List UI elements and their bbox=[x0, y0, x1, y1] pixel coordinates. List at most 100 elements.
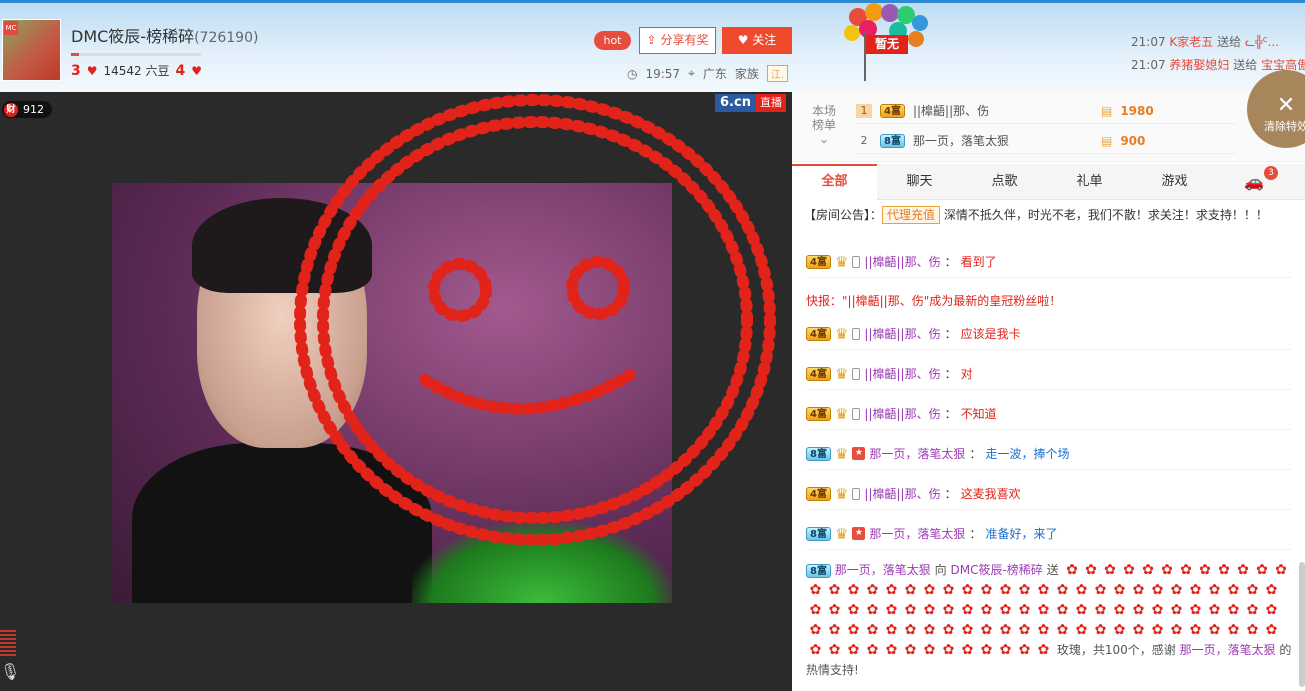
rose-icon: ✿ bbox=[1018, 642, 1031, 658]
rose-icon: ✿ bbox=[1208, 622, 1221, 638]
coin-icon: ▤ bbox=[1100, 103, 1113, 118]
rose-icon: ✿ bbox=[1170, 602, 1183, 618]
chat-text: 准备好，来了 bbox=[985, 527, 1058, 541]
rose-icon: ✿ bbox=[1094, 582, 1107, 598]
webcam-feed[interactable] bbox=[112, 183, 672, 603]
chat-text: 走一波，捧个场 bbox=[985, 447, 1070, 461]
rank-name: 那一页，落笔太狠 bbox=[912, 134, 1009, 148]
rose-icon: ✿ bbox=[866, 582, 879, 598]
rose-icon: ✿ bbox=[961, 642, 974, 658]
rank-row[interactable]: 2 8富 那一页，落笔太狠 ▤ 900 bbox=[856, 128, 1236, 154]
chat-scrollbar[interactable] bbox=[1299, 562, 1305, 687]
notice-text: 深情不抵久伴，时光不老，我们不散！求关注！求支持！！！ bbox=[943, 208, 1268, 222]
rose-icon: ✿ bbox=[885, 642, 898, 658]
wealth-icon: 财 bbox=[4, 102, 18, 117]
rose-icon: ✿ bbox=[1189, 582, 1202, 598]
rose-icon: ✿ bbox=[1170, 582, 1183, 598]
chevron-down-icon: ⌄ bbox=[818, 132, 830, 146]
rose-icon: ✿ bbox=[1104, 562, 1116, 578]
chat-user[interactable]: ||橰齬||那、伤 bbox=[864, 253, 940, 270]
rose-icon: ✿ bbox=[1265, 602, 1278, 618]
rose-icon: ✿ bbox=[1018, 622, 1031, 638]
rose-icon: ✿ bbox=[1170, 622, 1183, 638]
anchor-name[interactable]: DMC筱辰-榜稀碎(726190) bbox=[71, 23, 258, 47]
live-time: 19:57 bbox=[645, 66, 681, 81]
crown-icon: ♛ bbox=[834, 404, 849, 423]
chat-user[interactable]: ||橰齬||那、伤 bbox=[864, 325, 940, 342]
location: 广东 bbox=[702, 67, 727, 81]
rose-icon: ✿ bbox=[942, 582, 955, 598]
microphone-icon[interactable]: 🎙 bbox=[0, 662, 20, 691]
rose-icon: ✿ bbox=[904, 642, 917, 658]
beans-count: 14542 六豆 bbox=[103, 64, 170, 78]
follow-label: 关注 bbox=[752, 33, 777, 47]
share-button[interactable]: ⇪ 分享有奖 bbox=[639, 27, 716, 54]
gift-thanks-name[interactable]: 那一页，落笔太狠 bbox=[1180, 643, 1276, 657]
rose-icon: ✿ bbox=[904, 582, 917, 598]
notice-tag[interactable]: 代理充值 bbox=[882, 206, 941, 224]
tab-all[interactable]: 全部 bbox=[792, 164, 877, 200]
feed-name[interactable]: K家老五 bbox=[1169, 35, 1213, 49]
coin-icon: ▤ bbox=[1100, 133, 1113, 148]
hot-badge[interactable]: hot bbox=[594, 31, 631, 50]
feed-target[interactable]: ᓚ╬ᑦ... bbox=[1245, 35, 1279, 49]
rose-icon: ✿ bbox=[1037, 602, 1050, 618]
rose-icon: ✿ bbox=[847, 642, 860, 658]
zanwu-flag[interactable]: 暂无 bbox=[866, 35, 908, 54]
location-icon: ⌖ bbox=[688, 66, 695, 80]
rose-icon: ✿ bbox=[1037, 642, 1050, 658]
gift-receiver[interactable]: DMC筱辰-榜稀碎 bbox=[950, 563, 1042, 577]
rank-label[interactable]: 本场 榜单 ⌄ bbox=[812, 104, 836, 146]
feed-action: 送给 bbox=[1217, 35, 1242, 49]
rank-row[interactable]: 1 4富 ||橰齬||那、伤 ▤ 1980 bbox=[856, 98, 1236, 124]
rose-icon: ✿ bbox=[866, 642, 879, 658]
follow-button[interactable]: ♥ 关注 bbox=[722, 27, 792, 54]
rose-icon: ✿ bbox=[828, 602, 841, 618]
chat-message: 8富 ♛ ★ 那一页，落笔太狠：准备好，来了 bbox=[806, 518, 1292, 550]
rose-icon: ✿ bbox=[1227, 582, 1240, 598]
rose-icon: ✿ bbox=[1056, 622, 1069, 638]
rose-icon: ✿ bbox=[1189, 622, 1202, 638]
rose-icon: ✿ bbox=[1037, 582, 1050, 598]
tab-gifts[interactable]: 礼单 bbox=[1047, 164, 1132, 200]
chat-user[interactable]: 那一页，落笔太狠 bbox=[869, 525, 965, 542]
chat-message: 4富 ♛ ||橰齬||那、伤：不知道 bbox=[806, 398, 1292, 430]
chat-user[interactable]: ||橰齬||那、伤 bbox=[864, 485, 940, 502]
heart-icon: ♥ bbox=[191, 63, 203, 78]
rank-number: 1 bbox=[856, 103, 872, 118]
rank-label-1: 本场 bbox=[812, 104, 837, 118]
anchor-avatar[interactable]: MC bbox=[2, 19, 61, 81]
crown-icon: ♛ bbox=[834, 324, 849, 343]
family-tag[interactable]: 江. bbox=[766, 65, 789, 82]
chat-user[interactable]: ||橰齬||那、伤 bbox=[864, 365, 940, 382]
chat-user[interactable]: 那一页，落笔太狠 bbox=[869, 445, 965, 462]
gift-feed-item: 21:07 K家老五 送给 ᓚ╬ᑦ... bbox=[1131, 33, 1279, 50]
rose-icon: ✿ bbox=[847, 622, 860, 638]
tab-songs[interactable]: 点歌 bbox=[962, 164, 1047, 200]
plant bbox=[412, 523, 672, 603]
rose-icon: ✿ bbox=[1085, 562, 1097, 578]
rose-icon: ✿ bbox=[1227, 602, 1240, 618]
car-count: 3 bbox=[1264, 166, 1278, 180]
chat-user[interactable]: ||橰齬||那、伤 bbox=[864, 405, 940, 422]
car-icon[interactable]: 🚗 3 bbox=[1244, 166, 1278, 192]
rose-icon: ✿ bbox=[923, 602, 936, 618]
feed-name[interactable]: 养猪娶媳妇 bbox=[1169, 58, 1229, 72]
phone-icon bbox=[852, 327, 861, 340]
gift-sender[interactable]: 那一页，落笔太狠 bbox=[835, 563, 931, 577]
crown-icon: ♛ bbox=[834, 364, 849, 383]
rose-icon: ✿ bbox=[999, 602, 1012, 618]
wealth-badge[interactable]: 财 912 bbox=[2, 101, 52, 118]
rose-icon: ✿ bbox=[866, 622, 879, 638]
tab-games[interactable]: 游戏 bbox=[1132, 164, 1217, 200]
star-icon: ★ bbox=[852, 527, 866, 540]
rose-icon: ✿ bbox=[1246, 622, 1259, 638]
tab-chat[interactable]: 聊天 bbox=[877, 164, 962, 200]
volume-bars[interactable] bbox=[0, 630, 16, 658]
wealth-level-badge: 4富 bbox=[806, 366, 831, 381]
hair bbox=[192, 198, 372, 293]
phone-icon bbox=[852, 255, 861, 268]
rose-icon: ✿ bbox=[1037, 622, 1050, 638]
room-notice: 【房间公告】： 代理充值 深情不抵久伴，时光不老，我们不散！求关注！求支持！！！ bbox=[804, 206, 1268, 224]
rose-icon: ✿ bbox=[980, 642, 993, 658]
